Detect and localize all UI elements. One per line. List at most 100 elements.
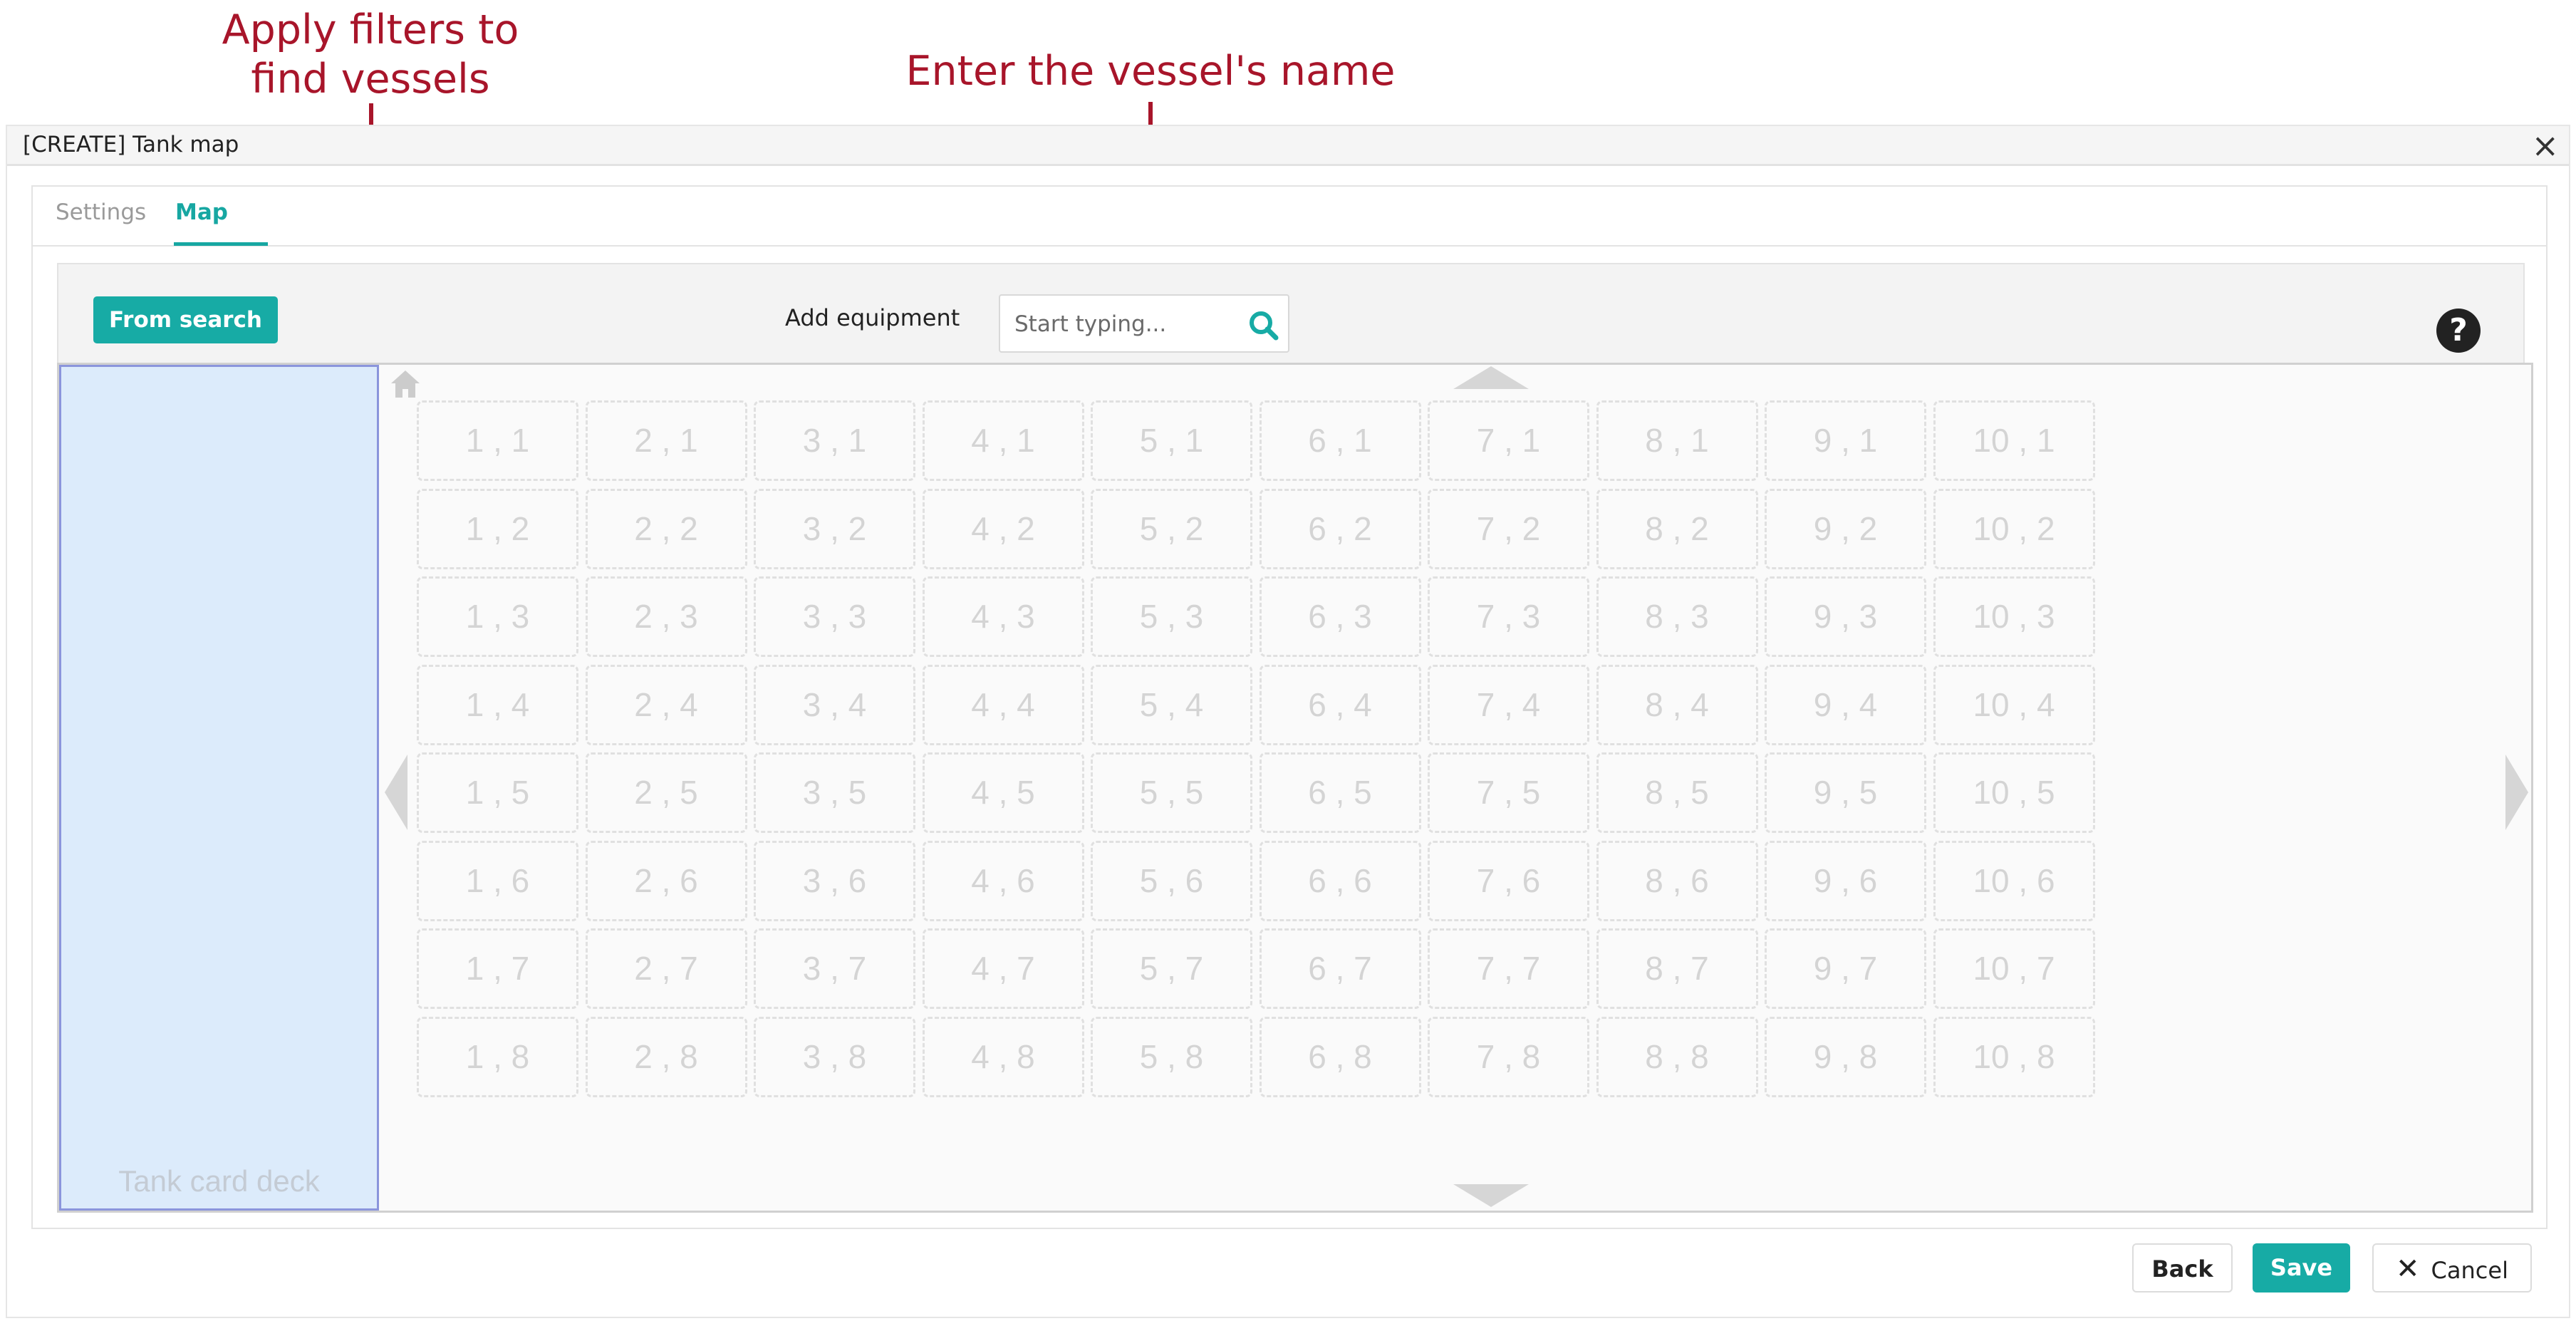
grid-cell[interactable]: 5 , 6 bbox=[1091, 840, 1252, 921]
grid-cell[interactable]: 9 , 1 bbox=[1765, 400, 1926, 481]
grid-cell[interactable]: 4 , 5 bbox=[922, 752, 1084, 833]
scroll-up-arrow-icon[interactable] bbox=[1452, 365, 1530, 390]
grid-cell[interactable]: 9 , 2 bbox=[1765, 488, 1926, 569]
grid-cell[interactable]: 9 , 8 bbox=[1765, 1016, 1926, 1097]
grid-cell[interactable]: 1 , 7 bbox=[417, 928, 578, 1009]
grid-cell[interactable]: 4 , 3 bbox=[922, 576, 1084, 657]
grid-cell[interactable]: 2 , 5 bbox=[585, 752, 747, 833]
grid-cell[interactable]: 5 , 3 bbox=[1091, 576, 1252, 657]
grid-cell[interactable]: 5 , 4 bbox=[1091, 664, 1252, 745]
grid-cell[interactable]: 9 , 7 bbox=[1765, 928, 1926, 1009]
grid-cell[interactable]: 4 , 4 bbox=[922, 664, 1084, 745]
scroll-down-arrow-icon[interactable] bbox=[1452, 1183, 1530, 1208]
grid-cell[interactable]: 7 , 1 bbox=[1428, 400, 1589, 481]
grid-cell[interactable]: 8 , 8 bbox=[1596, 1016, 1758, 1097]
grid-cell[interactable]: 1 , 6 bbox=[417, 840, 578, 921]
grid-cell[interactable]: 10 , 8 bbox=[1933, 1016, 2095, 1097]
search-icon[interactable] bbox=[1245, 307, 1282, 344]
grid-cell[interactable]: 7 , 8 bbox=[1428, 1016, 1589, 1097]
grid-cell[interactable]: 4 , 8 bbox=[922, 1016, 1084, 1097]
grid-cell[interactable]: 6 , 5 bbox=[1259, 752, 1421, 833]
from-search-button[interactable]: From search bbox=[93, 296, 278, 343]
grid-cell[interactable]: 5 , 5 bbox=[1091, 752, 1252, 833]
back-button[interactable]: Back bbox=[2132, 1243, 2233, 1292]
grid-cell[interactable]: 10 , 3 bbox=[1933, 576, 2095, 657]
grid-cell[interactable]: 6 , 6 bbox=[1259, 840, 1421, 921]
grid-cell[interactable]: 8 , 3 bbox=[1596, 576, 1758, 657]
grid-cell[interactable]: 8 , 1 bbox=[1596, 400, 1758, 481]
grid-cell[interactable]: 10 , 2 bbox=[1933, 488, 2095, 569]
grid-cell[interactable]: 3 , 6 bbox=[754, 840, 915, 921]
grid-cell[interactable]: 4 , 7 bbox=[922, 928, 1084, 1009]
cancel-button-label: Cancel bbox=[2431, 1257, 2508, 1284]
grid-cell[interactable]: 1 , 5 bbox=[417, 752, 578, 833]
grid-cell[interactable]: 7 , 2 bbox=[1428, 488, 1589, 569]
grid-cell[interactable]: 10 , 1 bbox=[1933, 400, 2095, 481]
grid-cell[interactable]: 6 , 1 bbox=[1259, 400, 1421, 481]
grid-cell[interactable]: 2 , 7 bbox=[585, 928, 747, 1009]
grid-cell[interactable]: 5 , 1 bbox=[1091, 400, 1252, 481]
grid-cell[interactable]: 9 , 3 bbox=[1765, 576, 1926, 657]
grid-cell[interactable]: 3 , 7 bbox=[754, 928, 915, 1009]
help-icon[interactable]: ? bbox=[2436, 309, 2481, 353]
grid-cell[interactable]: 2 , 1 bbox=[585, 400, 747, 481]
grid-cell[interactable]: 3 , 1 bbox=[754, 400, 915, 481]
grid-cell[interactable]: 9 , 5 bbox=[1765, 752, 1926, 833]
grid-cell[interactable]: 7 , 5 bbox=[1428, 752, 1589, 833]
scroll-right-arrow-icon[interactable] bbox=[2504, 753, 2530, 832]
grid-cell[interactable]: 4 , 2 bbox=[922, 488, 1084, 569]
grid-cell[interactable]: 1 , 2 bbox=[417, 488, 578, 569]
grid-cell[interactable]: 5 , 7 bbox=[1091, 928, 1252, 1009]
grid-cell[interactable]: 9 , 4 bbox=[1765, 664, 1926, 745]
grid-cell[interactable]: 3 , 3 bbox=[754, 576, 915, 657]
grid-cell[interactable]: 7 , 7 bbox=[1428, 928, 1589, 1009]
grid-cell[interactable]: 3 , 5 bbox=[754, 752, 915, 833]
grid-cell[interactable]: 1 , 4 bbox=[417, 664, 578, 745]
grid-cell[interactable]: 6 , 2 bbox=[1259, 488, 1421, 569]
grid-cell[interactable]: 5 , 2 bbox=[1091, 488, 1252, 569]
cancel-button[interactable]: ✕ Cancel bbox=[2372, 1243, 2532, 1292]
grid-cell[interactable]: 3 , 2 bbox=[754, 488, 915, 569]
tab-settings[interactable]: Settings bbox=[56, 200, 146, 225]
grid-cell[interactable]: 7 , 6 bbox=[1428, 840, 1589, 921]
grid-cell[interactable]: 5 , 8 bbox=[1091, 1016, 1252, 1097]
home-icon[interactable] bbox=[388, 368, 422, 402]
save-button[interactable]: Save bbox=[2253, 1243, 2350, 1292]
grid-cell[interactable]: 8 , 7 bbox=[1596, 928, 1758, 1009]
grid-cell[interactable]: 9 , 6 bbox=[1765, 840, 1926, 921]
grid-cell[interactable]: 10 , 7 bbox=[1933, 928, 2095, 1009]
grid-cell[interactable]: 8 , 6 bbox=[1596, 840, 1758, 921]
close-icon[interactable]: × bbox=[2531, 129, 2559, 162]
grid-cell[interactable]: 10 , 4 bbox=[1933, 664, 2095, 745]
grid-cell[interactable]: 4 , 6 bbox=[922, 840, 1084, 921]
grid-cell[interactable]: 2 , 6 bbox=[585, 840, 747, 921]
grid-cell[interactable]: 6 , 7 bbox=[1259, 928, 1421, 1009]
grid-cell[interactable]: 8 , 5 bbox=[1596, 752, 1758, 833]
grid-cell[interactable]: 1 , 8 bbox=[417, 1016, 578, 1097]
tank-card-deck[interactable]: Tank card deck bbox=[59, 365, 379, 1211]
grid-cell[interactable]: 7 , 4 bbox=[1428, 664, 1589, 745]
grid-cell[interactable]: 8 , 4 bbox=[1596, 664, 1758, 745]
scroll-left-arrow-icon[interactable] bbox=[383, 753, 409, 832]
grid-cell[interactable]: 3 , 8 bbox=[754, 1016, 915, 1097]
tab-map[interactable]: Map bbox=[175, 200, 228, 225]
grid-cell[interactable]: 2 , 2 bbox=[585, 488, 747, 569]
add-equipment-input[interactable] bbox=[1014, 304, 1228, 344]
grid-cell[interactable]: 10 , 5 bbox=[1933, 752, 2095, 833]
grid-cell[interactable]: 7 , 3 bbox=[1428, 576, 1589, 657]
grid-cell[interactable]: 10 , 6 bbox=[1933, 840, 2095, 921]
grid-cell[interactable]: 6 , 8 bbox=[1259, 1016, 1421, 1097]
grid-cell[interactable]: 1 , 3 bbox=[417, 576, 578, 657]
grid-cell[interactable]: 1 , 1 bbox=[417, 400, 578, 481]
content-panel: Settings Map From search Add equipment ? bbox=[31, 185, 2548, 1229]
grid-cell[interactable]: 6 , 4 bbox=[1259, 664, 1421, 745]
grid-cell[interactable]: 6 , 3 bbox=[1259, 576, 1421, 657]
grid-cell[interactable]: 2 , 4 bbox=[585, 664, 747, 745]
grid-cell[interactable]: 8 , 2 bbox=[1596, 488, 1758, 569]
grid-cell[interactable]: 3 , 4 bbox=[754, 664, 915, 745]
grid-cell[interactable]: 4 , 1 bbox=[922, 400, 1084, 481]
tank-card-deck-label: Tank card deck bbox=[118, 1164, 320, 1198]
save-button-label: Save bbox=[2270, 1254, 2333, 1281]
grid-cell[interactable]: 2 , 8 bbox=[585, 1016, 747, 1097]
grid-cell[interactable]: 2 , 3 bbox=[585, 576, 747, 657]
